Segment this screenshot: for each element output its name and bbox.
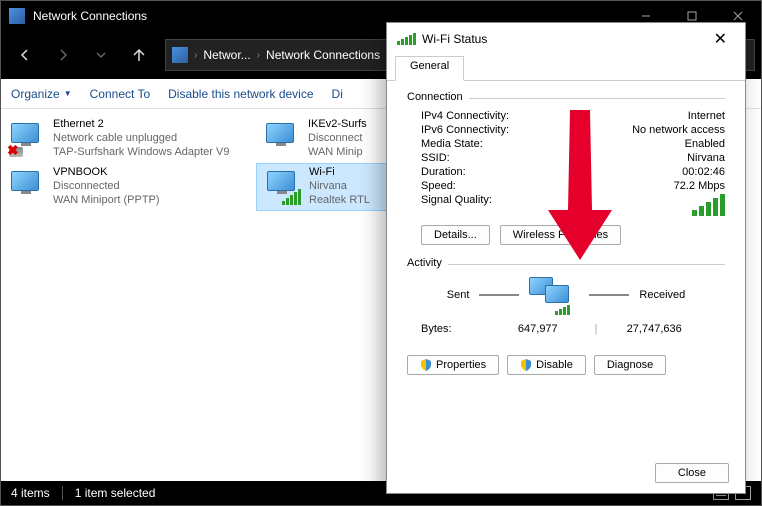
connection-device: WAN Minip [308,146,367,160]
forward-button[interactable] [45,37,81,73]
ssid-value: Nirvana [687,152,725,164]
item-count: 4 items [11,486,50,500]
dialog-close-button[interactable]: ✕ [706,25,735,53]
connection-device: Realtek RTL [309,194,370,208]
connection-status: Nirvana [309,180,370,194]
properties-button[interactable]: Properties [407,355,499,375]
disable-button[interactable]: Disable [507,355,586,375]
activity-diagram: Sent Received [407,277,725,313]
signal-quality-bars-icon [692,194,725,216]
shield-icon [420,359,432,371]
connection-device: WAN Miniport (PPTP) [53,194,160,208]
duration-value: 00:02:46 [682,166,725,178]
connection-group-label: Connection [407,91,463,103]
media-state-value: Enabled [685,138,725,150]
wifi-signal-icon [397,33,416,45]
wireless-properties-button[interactable]: Wireless Properties [500,225,621,245]
window-title: Network Connections [33,9,623,23]
connection-name: Ethernet 2 [53,118,229,132]
shield-icon [520,359,532,371]
sent-label: Sent [447,289,470,301]
connection-item[interactable]: VPNBOOKDisconnectedWAN Miniport (PPTP) [1,163,256,211]
network-activity-icon [529,277,579,313]
disable-device-button[interactable]: Disable this network device [168,87,313,101]
up-button[interactable] [121,37,157,73]
ssid-label: SSID: [421,152,450,164]
speed-label: Speed: [421,180,456,192]
selection-count: 1 item selected [75,486,156,500]
network-adapter-icon [262,119,302,159]
diagnose-button[interactable]: Di [332,87,343,101]
received-label: Received [639,289,685,301]
connect-to-button[interactable]: Connect To [90,87,151,101]
details-button[interactable]: Details... [421,225,490,245]
organize-menu[interactable]: Organize▼ [11,87,72,101]
ipv6-value: No network access [632,124,725,136]
dialog-titlebar: Wi-Fi Status ✕ [387,23,745,55]
breadcrumb-part[interactable]: Networ... [203,48,250,62]
connection-status: Network cable unplugged [53,132,229,146]
wifi-status-dialog: Wi-Fi Status ✕ General Connection IPv4 C… [386,22,746,494]
bytes-label: Bytes: [421,323,481,335]
bytes-sent-value: 647,977 [481,323,595,335]
connection-status: Disconnect [308,132,367,146]
connection-device: TAP-Surfshark Windows Adapter V9 [53,146,229,160]
chevron-right-icon: › [192,50,199,61]
ipv4-label: IPv4 Connectivity: [421,110,509,122]
recent-dropdown[interactable] [83,37,119,73]
app-icon [9,8,25,24]
breadcrumb-part[interactable]: Network Connections [266,48,380,62]
dialog-tabs: General [387,55,745,81]
chevron-down-icon: ▼ [64,89,72,98]
chevron-right-icon: › [255,50,262,61]
ipv6-label: IPv6 Connectivity: [421,124,509,136]
network-adapter-icon: ✖ [7,119,47,159]
media-state-label: Media State: [421,138,483,150]
connection-item[interactable]: ✖ Ethernet 2Network cable unpluggedTAP-Su… [1,115,256,163]
network-adapter-icon [7,167,47,207]
signal-quality-label: Signal Quality: [421,194,492,216]
connection-status: Disconnected [53,180,160,194]
duration-label: Duration: [421,166,466,178]
back-button[interactable] [7,37,43,73]
diagnose-button[interactable]: Diagnose [594,355,666,375]
ipv4-value: Internet [688,110,725,122]
network-adapter-icon [263,167,303,207]
close-dialog-button[interactable]: Close [655,463,729,483]
dialog-title: Wi-Fi Status [422,32,487,46]
connection-name: VPNBOOK [53,166,160,180]
location-icon [172,47,188,63]
speed-value: 72.2 Mbps [674,180,725,192]
connection-name: IKEv2-Surfs [308,118,367,132]
bytes-received-value: 27,747,636 [597,323,711,335]
activity-group-label: Activity [407,257,442,269]
connection-name: Wi-Fi [309,166,370,180]
tab-general[interactable]: General [395,56,464,81]
